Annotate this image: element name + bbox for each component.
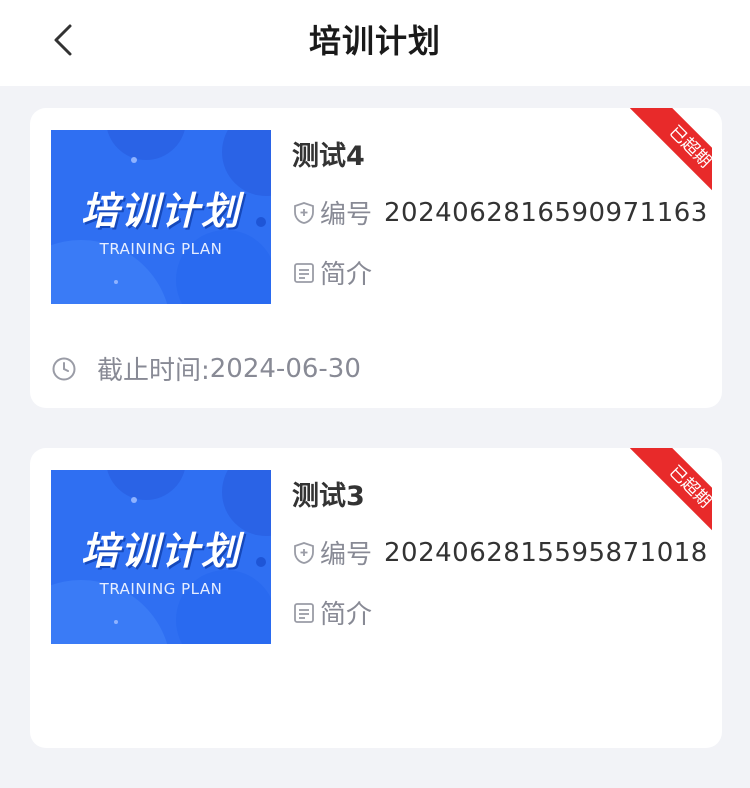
status-badge: 已超期: [629, 448, 712, 534]
number-value: 2024062816590971163: [384, 197, 708, 228]
number-value: 2024062815595871018: [384, 537, 708, 568]
training-plan-card[interactable]: 培训计划 TRAINING PLAN 测试3 编号 20240628155958…: [30, 448, 722, 748]
number-row: 编号 2024062816590971163: [292, 194, 708, 231]
number-label: 编号: [320, 540, 373, 570]
page-title: 培训计划: [308, 22, 441, 60]
intro-label: 简介: [320, 600, 373, 630]
cover-sub-text: TRAINING PLAN: [99, 580, 223, 598]
card-title: 测试4: [292, 141, 365, 172]
cover-image: 培训计划 TRAINING PLAN: [51, 130, 271, 304]
intro-row: 简介: [292, 254, 372, 291]
clock-icon: [52, 357, 76, 380]
number-label: 编号: [320, 200, 373, 230]
status-badge: 已超期: [629, 108, 712, 194]
status-ribbon: 已超期: [626, 108, 712, 194]
training-plan-card[interactable]: 培训计划 TRAINING PLAN 测试4 编号 20240628165909…: [30, 108, 722, 408]
card-title: 测试3: [292, 481, 365, 512]
header-bar: 培训计划: [0, 0, 750, 86]
shield-plus-icon: [294, 541, 314, 564]
deadline-label: 截止时间:: [97, 356, 210, 386]
deadline-value: 2024-06-30: [209, 353, 361, 384]
cover-main-text: 培训计划: [80, 529, 241, 573]
status-ribbon: 已超期: [626, 448, 712, 534]
deadline-row: 截止时间: 2024-06-30: [51, 350, 361, 387]
number-row: 编号 2024062815595871018: [292, 534, 708, 571]
shield-plus-icon: [294, 201, 314, 224]
intro-label: 简介: [320, 260, 373, 290]
training-plan-list: 培训计划 TRAINING PLAN 测试4 编号 20240628165909…: [30, 108, 722, 788]
document-icon: [294, 602, 314, 623]
intro-row: 简介: [292, 594, 372, 631]
cover-main-text: 培训计划: [80, 189, 241, 233]
document-icon: [294, 262, 314, 283]
cover-sub-text: TRAINING PLAN: [99, 240, 223, 258]
